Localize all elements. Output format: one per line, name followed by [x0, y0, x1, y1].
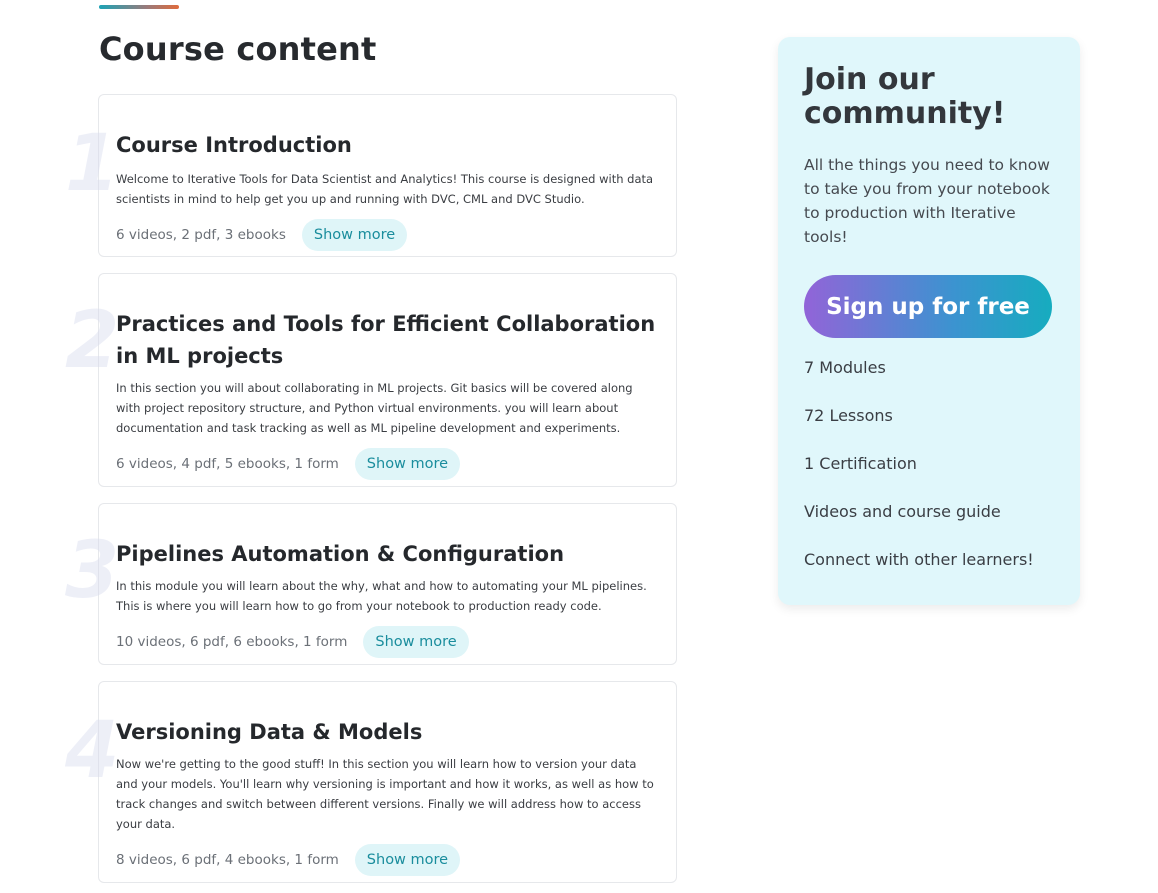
module-number: 4: [65, 706, 120, 796]
feature-item-videos: Videos and course guide: [804, 502, 1001, 521]
module-description: Now we're getting to the good stuff! In …: [116, 757, 654, 831]
module-number: 1: [65, 119, 120, 209]
module-card-1: 1 Course Introduction Welcome to Iterati…: [65, 94, 677, 257]
module-title: Pipelines Automation & Configuration: [116, 542, 565, 566]
feature-item-connect: Connect with other learners!: [804, 550, 1034, 569]
show-more-button[interactable]: Show more: [354, 844, 461, 876]
module-footer: 8 videos, 6 pdf, 4 ebooks, 1 form Show m…: [116, 844, 660, 876]
module-title: Practices and Tools for Efficient Collab…: [116, 312, 656, 368]
feature-item-lessons: 72 Lessons: [804, 406, 893, 425]
module-number: 2: [65, 296, 120, 386]
module-number: 3: [65, 526, 120, 616]
module-description: In this module you will learn about the …: [116, 579, 647, 613]
accent-line: [99, 5, 179, 9]
show-more-button[interactable]: Show more: [354, 448, 461, 480]
course-page: Course content 1 Course Introduction Wel…: [0, 0, 1158, 893]
module-card-3: 3 Pipelines Automation & Configuration I…: [65, 503, 677, 665]
module-meta: 8 videos, 6 pdf, 4 ebooks, 1 form: [116, 852, 339, 868]
module-meta: 10 videos, 6 pdf, 6 ebooks, 1 form: [116, 634, 348, 650]
module-card-4: 4 Versioning Data & Models Now we're get…: [65, 681, 677, 883]
module-card-2: 2 Practices and Tools for Efficient Coll…: [65, 273, 677, 487]
module-title: Versioning Data & Models: [116, 720, 423, 744]
module-footer: 6 videos, 4 pdf, 5 ebooks, 1 form Show m…: [116, 448, 660, 480]
community-sidebar: Join our community! All the things you n…: [778, 37, 1080, 605]
show-more-button[interactable]: Show more: [301, 219, 408, 251]
sidebar-description: All the things you need to know to take …: [804, 156, 1050, 246]
module-meta: 6 videos, 4 pdf, 5 ebooks, 1 form: [116, 456, 339, 472]
page-title: Course content: [99, 30, 377, 68]
sidebar-title: Join our community!: [804, 62, 1006, 131]
module-title: Course Introduction: [116, 133, 352, 157]
module-meta: 6 videos, 2 pdf, 3 ebooks: [116, 227, 286, 243]
sign-up-button[interactable]: Sign up for free: [804, 275, 1052, 338]
feature-item-modules: 7 Modules: [804, 358, 886, 377]
feature-list: 7 Modules 72 Lessons 1 Certification Vid…: [804, 356, 1054, 572]
show-more-button[interactable]: Show more: [363, 626, 469, 658]
module-footer: 10 videos, 6 pdf, 6 ebooks, 1 form Show …: [116, 626, 660, 658]
feature-item-certification: 1 Certification: [804, 454, 917, 473]
module-description: Welcome to Iterative Tools for Data Scie…: [116, 172, 654, 206]
module-description: In this section you will about collabora…: [116, 381, 633, 435]
module-footer: 6 videos, 2 pdf, 3 ebooks Show more: [116, 219, 660, 251]
